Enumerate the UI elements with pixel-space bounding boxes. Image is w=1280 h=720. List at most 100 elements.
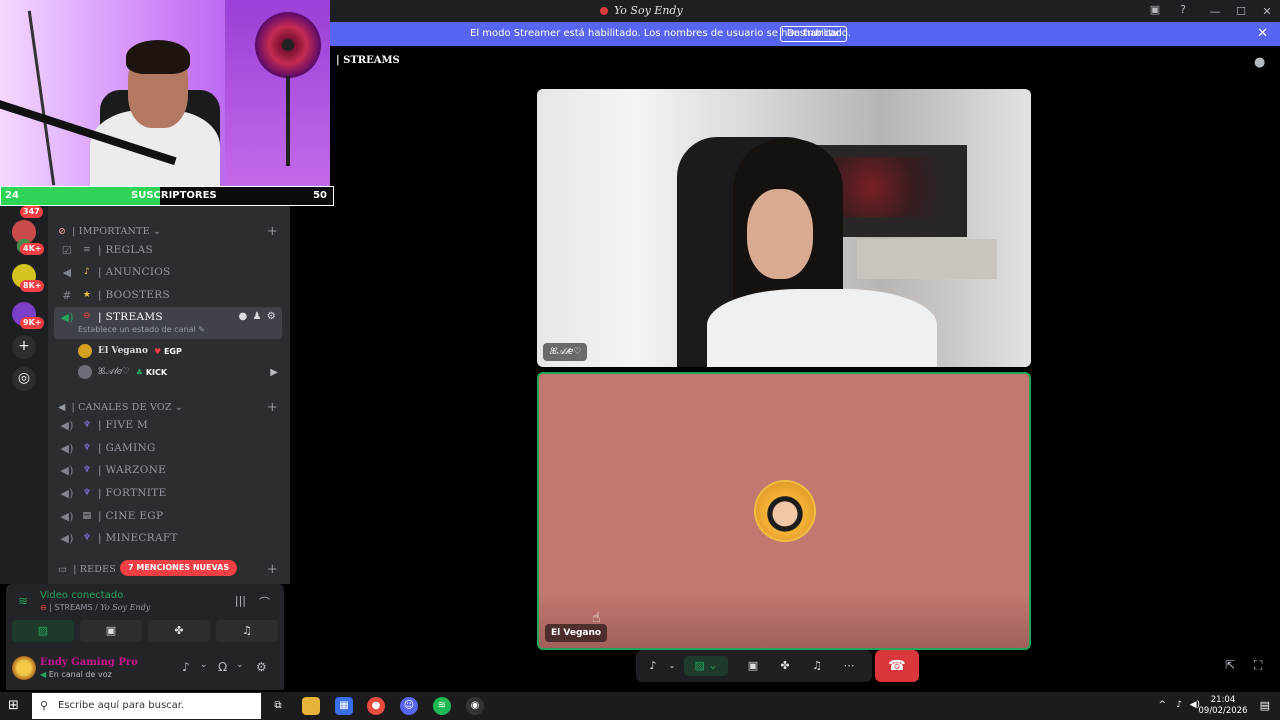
channel-gaming[interactable]: ◀) ♆ | GAMING xyxy=(54,438,282,458)
add-server-icon[interactable]: + xyxy=(12,335,36,359)
pop-out-icon[interactable]: ⇱ xyxy=(1225,658,1235,672)
soundboard-button[interactable]: ♫ xyxy=(216,620,278,642)
channel-warzone[interactable]: ◀) ♆ | WARZONE xyxy=(54,460,282,480)
alien-icon: ♆ xyxy=(82,488,92,498)
speaker-icon: ◀ xyxy=(58,401,66,413)
minimize-button[interactable]: — xyxy=(1202,5,1228,18)
channel-label: | REGLAS xyxy=(98,244,153,256)
chat-icon[interactable]: ● xyxy=(238,311,247,322)
new-mentions-pill[interactable]: 7 MENCIONES NUEVAS xyxy=(120,560,238,576)
add-channel-icon[interactable]: + xyxy=(267,562,278,577)
channel-reglas[interactable]: ☑ ≡ | REGLAS xyxy=(54,240,282,260)
maximize-button[interactable]: ☐ xyxy=(1228,5,1254,18)
taskbar-search[interactable]: ⚲ Escribe aquí para buscar. xyxy=(32,693,261,719)
discord-icon[interactable]: ☺ xyxy=(400,697,418,715)
search-icon: ⚲ xyxy=(40,699,49,712)
disconnect-button[interactable]: ☎ xyxy=(875,650,919,682)
soundboard-icon[interactable]: ♫ xyxy=(806,656,828,676)
microphone-icon[interactable]: ♪ xyxy=(1176,700,1182,710)
channel-fortnite[interactable]: ◀) ♆ | FORTNITE xyxy=(54,483,282,503)
voice-status: Video conectado xyxy=(40,590,124,601)
camera-button[interactable]: ▨ ⌄ xyxy=(684,656,728,676)
clock[interactable]: 21:04 09/02/2026 xyxy=(1198,695,1248,717)
speaker-icon: ◀) xyxy=(60,486,74,500)
notifications-icon[interactable]: ▤ xyxy=(1260,699,1270,712)
server-badge-3: 8K+ xyxy=(20,280,45,292)
microphone-icon[interactable]: ♪ xyxy=(182,660,190,674)
gear-icon[interactable]: ⚙ xyxy=(256,660,267,674)
camera-button[interactable]: ▨ xyxy=(12,620,74,642)
alien-icon: ♆ xyxy=(82,443,92,453)
fullscreen-icon[interactable]: ⛶ xyxy=(1254,658,1262,673)
voice-user[interactable]: ꕤ𝒜𝓁𝑒♡ ♣ KICK ▶ xyxy=(78,362,278,382)
channel-boosters[interactable]: # ★ | BOOSTERS xyxy=(54,285,282,305)
person-torso xyxy=(707,289,937,367)
help-icon[interactable]: ? xyxy=(1176,3,1190,17)
share-screen-button[interactable]: ▣ xyxy=(80,620,142,642)
channel-label: | FORTNITE xyxy=(98,487,167,499)
gear-icon[interactable]: ⚙ xyxy=(267,311,276,322)
headphones-icon[interactable]: Ω xyxy=(218,660,227,674)
category-importante[interactable]: ⊘ | IMPORTANTE ⌄ + xyxy=(58,224,278,239)
signal-icon[interactable]: ≋ xyxy=(18,594,28,608)
subscriber-count: 24 xyxy=(5,190,19,201)
noise-suppression-icon[interactable]: ||| xyxy=(235,594,246,607)
webcam-wheel xyxy=(255,12,321,78)
subscriber-goal-bar: 24 SUSCRIPTORES 50 xyxy=(0,186,334,206)
file-explorer-icon[interactable] xyxy=(302,697,320,715)
spotify-icon[interactable]: ≋ xyxy=(433,697,451,715)
explore-icon[interactable]: ◎ xyxy=(12,367,36,391)
chevron-up-icon[interactable]: ^ xyxy=(1158,700,1166,710)
channel-label: | FIVE M xyxy=(98,419,149,431)
chat-icon[interactable]: ● xyxy=(1254,55,1265,70)
activities-icon[interactable]: ✤ xyxy=(774,656,796,676)
add-channel-icon[interactable]: + xyxy=(267,224,278,239)
more-options-icon[interactable]: ⋯ xyxy=(838,656,860,676)
video-tile-ale[interactable]: ꕤ𝒜𝓁𝑒♡ xyxy=(537,89,1031,367)
store-icon[interactable]: ▦ xyxy=(335,697,353,715)
category-canales-de-voz[interactable]: ◀ | CANALES DE VOZ ⌄ + xyxy=(58,400,278,415)
streamer-mode-banner: El modo Streamer está habilitado. Los no… xyxy=(330,22,1280,46)
channel-actions: ● ♟ ⚙ xyxy=(238,311,276,322)
speaker-icon: ◀) xyxy=(60,463,74,477)
channel-status-hint[interactable]: Establece un estado de canal ✎ xyxy=(78,325,205,334)
disconnect-icon[interactable]: ⌒ xyxy=(259,594,270,610)
mouse-cursor-icon: ☝ xyxy=(592,610,601,626)
window-controls: — ☐ ✕ xyxy=(1202,0,1280,22)
subscriber-goal: 50 xyxy=(313,190,327,201)
channel-cine-egp[interactable]: ◀) ▤ | CINE EGP xyxy=(54,506,282,526)
tile-name-label: El Vegano xyxy=(545,624,608,642)
alien-icon: ♆ xyxy=(82,465,92,475)
invite-icon[interactable]: ♟ xyxy=(252,311,261,322)
disable-streamer-button[interactable]: Deshabilitar xyxy=(780,26,847,42)
start-icon[interactable]: ⊞ xyxy=(8,698,19,713)
add-channel-icon[interactable]: + xyxy=(267,400,278,415)
voice-user[interactable]: El Vegano ♥ EGP xyxy=(78,341,278,361)
task-view-icon[interactable]: ⧉ xyxy=(269,697,287,715)
alien-icon: ♆ xyxy=(82,420,92,430)
chevron-down-icon[interactable]: ⌄ xyxy=(666,656,678,676)
channel-streams[interactable]: ◀) ⊖ | STREAMS Establece un estado de cana… xyxy=(54,307,282,339)
channel-five-m[interactable]: ◀) ♆ | FIVE M xyxy=(54,415,282,435)
activities-button[interactable]: ✤ xyxy=(148,620,210,642)
no-entry-icon: ⊖ xyxy=(40,603,50,612)
close-icon[interactable]: ✕ xyxy=(1257,26,1268,41)
speaker-icon: ◀) xyxy=(60,441,74,455)
channel-anuncios[interactable]: ◀ ♪ | ANUNCIOS xyxy=(54,262,282,282)
screen-share-icon[interactable]: ▣ xyxy=(1148,3,1162,17)
user-tag: ♣ KICK xyxy=(136,368,167,377)
obs-icon[interactable]: ◉ xyxy=(466,697,484,715)
window-title: Yo Soy Endy xyxy=(600,4,683,17)
microphone-icon[interactable]: ♪ xyxy=(644,656,662,676)
voice-server-name: Yo Soy Endy xyxy=(100,603,151,612)
chevron-down-icon[interactable]: ⌄ xyxy=(200,660,208,670)
channel-minecraft[interactable]: ◀) ♆ | MINECRAFT xyxy=(54,528,282,548)
chrome-icon[interactable]: ● xyxy=(367,697,385,715)
close-window-button[interactable]: ✕ xyxy=(1254,5,1280,18)
avatar[interactable] xyxy=(12,656,36,680)
search-placeholder: Escribe aquí para buscar. xyxy=(58,700,185,711)
share-screen-icon[interactable]: ▣ xyxy=(742,656,764,676)
chevron-down-icon[interactable]: ⌄ xyxy=(236,660,244,670)
voice-channel-icon: ◀) xyxy=(60,311,74,324)
video-tile-el-vegano[interactable]: El Vegano xyxy=(537,372,1031,650)
